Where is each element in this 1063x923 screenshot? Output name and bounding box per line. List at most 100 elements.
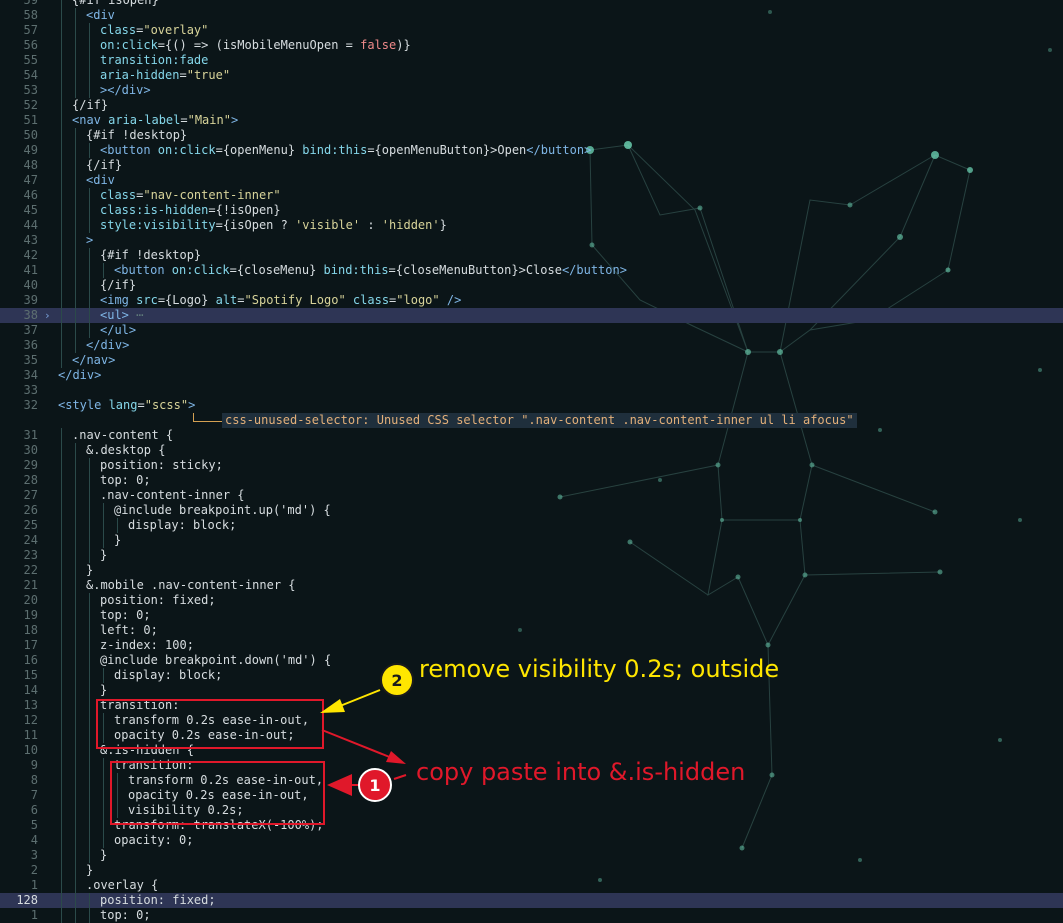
code-line[interactable]: 55 transition:fade [0,53,1063,68]
code-token: @include breakpoint.down('md') { [100,653,332,667]
code-text: &.desktop { [86,443,165,458]
line-number: 4 [30,833,38,847]
step-1-note: copy paste into &.is-hidden [416,758,746,786]
indent-guide [61,533,62,548]
code-line[interactable]: 35 </nav> [0,353,1063,368]
line-number: 25 [23,518,38,532]
code-line[interactable]: 29 position: sticky; [0,458,1063,473]
code-line[interactable]: 40 {/if} [0,278,1063,293]
indent-guide [75,518,76,533]
code-line[interactable]: 20 position: fixed; [0,593,1063,608]
code-token: class:is-hidden [100,203,209,217]
code-text: class:is-hidden={!isOpen} [100,203,281,218]
indent-guide [61,293,62,308]
code-line[interactable]: 21 &.mobile .nav-content-inner { [0,578,1063,593]
indent-guide [61,263,62,278]
code-line[interactable]: 128 position: fixed; [0,893,1063,908]
code-line[interactable]: 38 › <ul> ⋯ [0,308,1063,323]
code-line[interactable]: 53 ></div> [0,83,1063,98]
code-line[interactable]: 23} [0,548,1063,563]
code-line[interactable]: css-unused-selector: Unused CSS selector… [0,413,1063,428]
indent-guide [61,548,62,563]
code-text: } [100,683,107,698]
line-number: 31 [23,428,38,442]
code-line[interactable]: 46 class="nav-content-inner" [0,188,1063,203]
code-token: <div [86,8,115,22]
code-line[interactable]: 31 .nav-content { [0,428,1063,443]
code-line[interactable]: 26 @include breakpoint.up('md') { [0,503,1063,518]
code-token: on:click [157,143,216,157]
code-token: bind:this [302,143,368,157]
indent-guide [89,23,90,38]
indent-guide [103,518,104,533]
code-line[interactable]: 44 style:visibility={isOpen ? 'visible' :… [0,218,1063,233]
indent-guide [75,263,76,278]
code-token: on:click [100,38,158,52]
code-line[interactable]: 58 <div [0,8,1063,23]
indent-guide [89,803,90,818]
indent-guide [75,203,76,218]
diagnostic-marker [193,413,224,422]
code-line[interactable]: 1 .overlay { [0,878,1063,893]
code-line[interactable]: 18 left: 0; [0,623,1063,638]
code-line[interactable]: 45 class:is-hidden={!isOpen} [0,203,1063,218]
code-line[interactable]: 41 <button on:click={closeMenu} bind:this… [0,263,1063,278]
code-line[interactable]: 36 </div> [0,338,1063,353]
code-line[interactable]: 17 z-index: 100; [0,638,1063,653]
code-line[interactable]: 37 </ul> [0,323,1063,338]
code-line[interactable]: 51 <nav aria-label="Main"> [0,113,1063,128]
line-number: 46 [23,188,38,202]
transition-block-highlight-box [96,699,324,749]
code-line[interactable]: 24} [0,533,1063,548]
indent-guide [61,98,62,113]
code-line[interactable]: 54 aria-hidden="true" [0,68,1063,83]
indent-guide [75,668,76,683]
indent-guide [61,713,62,728]
code-text: on:click={() => (isMobileMenuOpen = fals… [100,38,411,53]
code-line[interactable]: 27 .nav-content-inner { [0,488,1063,503]
indent-guide [89,53,90,68]
code-text: {#if !desktop} [100,248,201,263]
code-text: class="overlay" [100,23,208,38]
code-line[interactable]: 47 <div [0,173,1063,188]
code-line[interactable]: 19 top: 0; [0,608,1063,623]
code-line[interactable]: 25 display: block; [0,518,1063,533]
code-text: <style lang="scss"> [58,398,195,413]
indent-guide [61,473,62,488]
code-line[interactable]: 50 {#if !desktop} [0,128,1063,143]
code-line[interactable]: 52 {/if} [0,98,1063,113]
code-text: <div [86,173,115,188]
code-line[interactable]: 3} [0,848,1063,863]
code-line[interactable]: 56 on:click={() => (isMobileMenuOpen = fa… [0,38,1063,53]
indent-guide [61,53,62,68]
code-line[interactable]: 42 {#if !desktop} [0,248,1063,263]
code-line[interactable]: 39 <img src={Logo} alt="Spotify Logo" cla… [0,293,1063,308]
code-line[interactable]: 28 top: 0; [0,473,1063,488]
code-line[interactable]: 48 {/if} [0,158,1063,173]
fold-chevron-icon[interactable]: › [44,308,51,323]
code-line[interactable]: 34 </div> [0,368,1063,383]
code-line[interactable]: 22} [0,563,1063,578]
code-line[interactable]: 32 <style lang="scss"> [0,398,1063,413]
code-token: "nav-content-inner" [143,188,281,202]
code-text: </nav> [72,353,115,368]
code-token: ={!isOpen} [208,203,281,217]
code-token: display: block; [128,518,237,532]
code-text: } [100,848,107,863]
code-line[interactable]: 57 class="overlay" [0,23,1063,38]
code-line[interactable]: 33 [0,383,1063,398]
indent-guide [75,863,76,878]
code-line[interactable]: 30 &.desktop { [0,443,1063,458]
code-line[interactable]: 59 {#if isOpen} [0,0,1063,8]
code-line[interactable]: 2} [0,863,1063,878]
code-line[interactable]: 14} [0,683,1063,698]
code-line[interactable]: 43 > [0,233,1063,248]
indent-guide [61,878,62,893]
code-token: <ul> [100,308,129,322]
code-line[interactable]: 4 opacity: 0; [0,833,1063,848]
code-line[interactable]: 1 top: 0; [0,908,1063,923]
code-text: {/if} [100,278,136,293]
code-line[interactable]: 49 <button on:click={openMenu} bind:this=… [0,143,1063,158]
line-number: 24 [23,533,38,547]
line-number: 5 [30,818,38,832]
